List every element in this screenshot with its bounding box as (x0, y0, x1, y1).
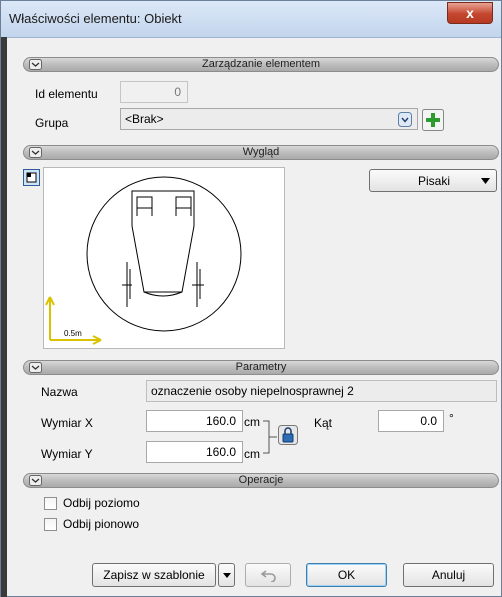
angle-label: Kąt (314, 416, 333, 430)
undo-icon (261, 570, 276, 582)
symbol-preview: 0.5m (43, 167, 285, 349)
dim-x-field[interactable]: 160.0 (146, 410, 243, 432)
mirror-vertical-label: Odbij pionowo (63, 517, 140, 531)
section-parameters-title: Parametry (235, 361, 287, 373)
id-field: 0 (120, 81, 188, 103)
lock-proportions-button[interactable]: lock (278, 425, 298, 445)
pens-label: Pisaki (418, 174, 451, 188)
properties-dialog: Właściwości elementu: Obiekt x Zarządzan… (0, 0, 502, 597)
dim-x-unit: cm (244, 415, 260, 429)
add-group-button[interactable]: plus (422, 109, 444, 131)
mirror-horizontal-checkbox[interactable] (44, 497, 57, 510)
pens-dropdown[interactable]: Pisaki (369, 169, 497, 192)
dim-y-field[interactable]: 160.0 (146, 441, 243, 463)
left-edge-strip (1, 37, 7, 597)
close-button[interactable]: x (447, 2, 493, 24)
dim-y-unit: cm (244, 447, 260, 461)
name-field[interactable]: oznaczenie osoby niepelnosprawnej 2 (146, 380, 497, 402)
wheelchair-symbol-drawing: 0.5m (45, 176, 242, 345)
group-dropdown-icon[interactable] (398, 112, 412, 127)
angle-field[interactable]: 0.0 (378, 410, 444, 432)
save-template-dropdown[interactable] (218, 563, 235, 587)
id-label: Id elementu (35, 87, 98, 101)
dim-y-label: Wymiar Y (41, 447, 93, 461)
name-label: Nazwa (41, 385, 78, 399)
chevron-down-icon (223, 573, 231, 578)
cancel-button[interactable]: Anuluj (403, 563, 494, 587)
group-label: Grupa (35, 116, 69, 130)
section-appearance-header[interactable]: Wygląd (23, 145, 499, 160)
section-appearance-title: Wygląd (242, 146, 280, 158)
mirror-horizontal-label: Odbij poziomo (63, 496, 140, 510)
window-title: Właściwości elementu: Obiekt (9, 11, 182, 26)
section-management-title: Zarządzanie elementem (201, 58, 320, 70)
dim-x-label: Wymiar X (41, 416, 93, 430)
scale-label: 0.5m (64, 329, 82, 338)
section-operations-header[interactable]: Operacje (23, 473, 499, 488)
undo-button[interactable] (245, 563, 291, 587)
section-management-header[interactable]: Zarządzanie elementem (23, 57, 499, 72)
preview-mode-icon[interactable] (23, 169, 40, 186)
mirror-vertical-checkbox[interactable] (44, 518, 57, 531)
group-value: <Brak> (125, 112, 164, 126)
close-icon: x (466, 5, 474, 21)
group-select[interactable]: <Brak> (120, 108, 418, 130)
chevron-down-icon (481, 178, 490, 184)
section-operations-title: Operacje (238, 474, 284, 486)
save-template-button[interactable]: Zapisz w szablonie (92, 563, 216, 587)
ok-button[interactable]: OK (306, 563, 387, 587)
angle-unit: ° (449, 411, 454, 425)
section-parameters-header[interactable]: Parametry (23, 360, 499, 375)
title-bar: Właściwości elementu: Obiekt x (1, 1, 501, 38)
link-bracket (263, 420, 277, 454)
